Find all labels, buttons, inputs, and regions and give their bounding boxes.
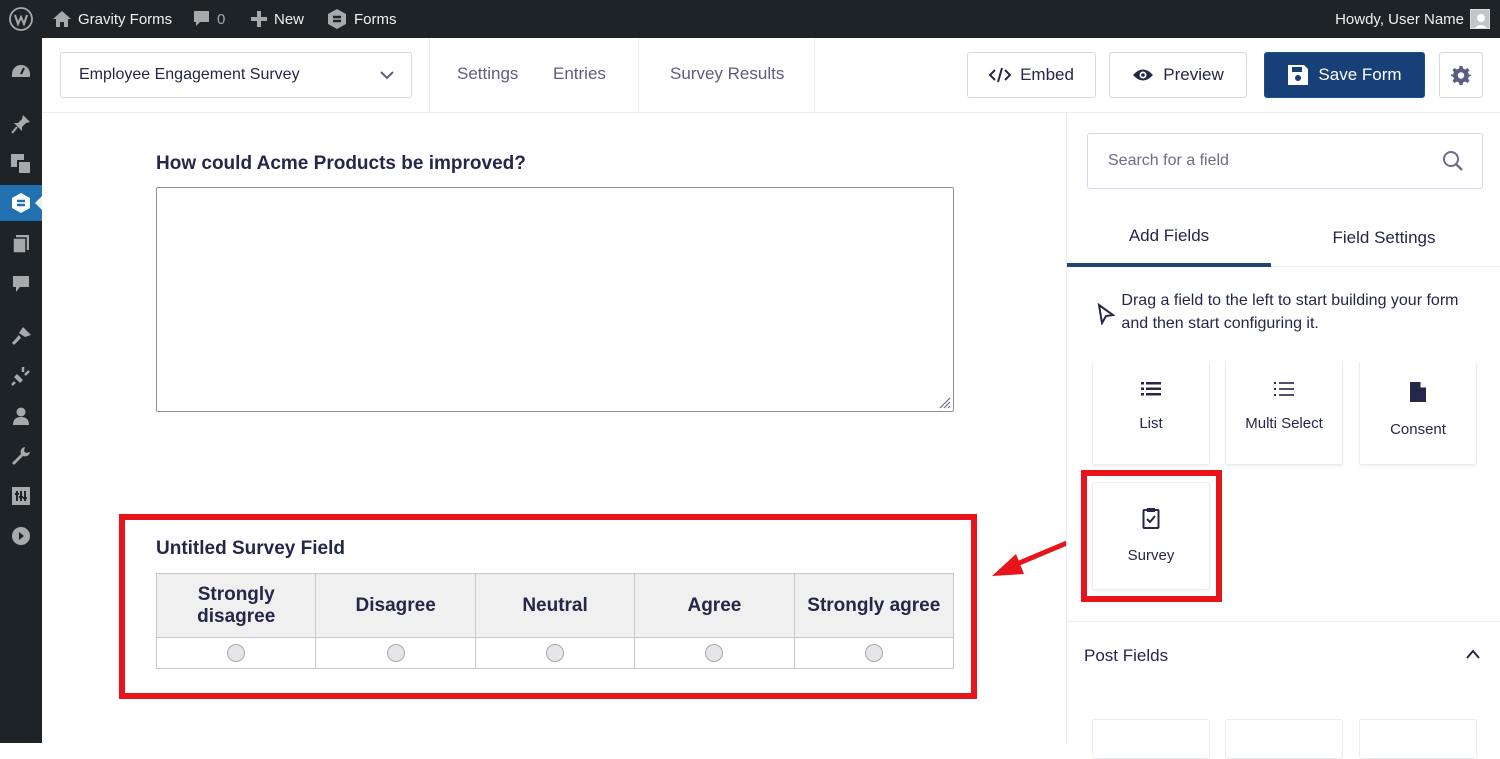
home-icon (53, 11, 71, 27)
drag-hint: Drag a field to the left to start buildi… (1097, 289, 1487, 335)
chevron-up-icon (1466, 649, 1480, 659)
forms-link[interactable]: Forms (326, 0, 397, 38)
likert-radio[interactable] (864, 643, 883, 662)
new-label: New (274, 10, 305, 28)
comment-icon (194, 11, 209, 26)
site-name-link[interactable]: Gravity Forms (52, 0, 172, 38)
field-button-label: Multi Select (1245, 415, 1323, 432)
tab-add-fields[interactable]: Add Fields (1067, 209, 1271, 267)
settings-icon[interactable] (0, 478, 42, 514)
pin-icon[interactable] (0, 106, 42, 142)
howdy-text: Howdy, User Name (1335, 10, 1464, 28)
survey-field-label: Untitled Survey Field (156, 538, 345, 559)
likert-radio[interactable] (705, 643, 724, 662)
embed-label: Embed (1020, 65, 1074, 84)
paragraph-field-label: How could Acme Products be improved? (156, 153, 526, 174)
list-icon (1141, 382, 1161, 396)
hint-text: Drag a field to the left to start buildi… (1121, 292, 1459, 332)
form-switcher[interactable]: Employee Engagement Survey (60, 52, 412, 98)
divider (814, 38, 815, 113)
form-name: Employee Engagement Survey (79, 66, 300, 83)
form-settings-gear-button[interactable] (1439, 52, 1483, 98)
field-button-stub[interactable] (1092, 719, 1210, 759)
code-icon (989, 67, 1012, 83)
sidebar-tabs: Add Fields Field Settings (1067, 209, 1500, 267)
wordpress-logo-icon[interactable] (9, 0, 33, 38)
save-icon (1288, 65, 1309, 85)
survey-results-link[interactable]: Survey Results (670, 64, 784, 84)
field-search (1087, 133, 1483, 189)
field-button-label: List (1139, 415, 1163, 432)
plus-icon (251, 11, 267, 27)
likert-column-header: Strongly agree (793, 573, 955, 638)
eye-icon (1133, 69, 1154, 81)
post-fields-section-header[interactable]: Post Fields (1067, 621, 1500, 685)
gravity-forms-icon (328, 9, 346, 29)
preview-button[interactable]: Preview (1109, 52, 1247, 98)
appearance-icon[interactable] (0, 318, 42, 354)
preview-label: Preview (1163, 65, 1224, 84)
tab-field-settings[interactable]: Field Settings (1279, 209, 1489, 267)
divider (638, 38, 639, 113)
annotation-arrow (992, 537, 1075, 576)
plugins-icon[interactable] (0, 358, 42, 394)
comments-link[interactable]: 0 (192, 0, 225, 38)
form-editor-toolbar: Employee Engagement Survey Settings Entr… (42, 38, 1500, 113)
post-fields-label: Post Fields (1084, 646, 1169, 665)
multi-select-icon (1274, 382, 1294, 396)
comments-menu-icon[interactable] (0, 266, 42, 302)
new-content-link[interactable]: New (250, 0, 304, 38)
embed-button[interactable]: Embed (967, 52, 1096, 98)
save-label: Save Form (1318, 65, 1402, 84)
gravity-forms-menu-icon[interactable] (0, 185, 42, 221)
clipboard-check-icon (1142, 508, 1160, 529)
document-icon (1410, 382, 1426, 402)
save-form-button[interactable]: Save Form (1264, 52, 1425, 98)
gear-icon (1451, 66, 1471, 85)
likert-table: Strongly disagree Disagree Neutral Agree… (155, 573, 955, 669)
field-button-label: Survey (1127, 547, 1175, 564)
field-sidebar: Add Fields Field Settings Drag a field t… (1066, 113, 1500, 759)
likert-column-header: Neutral (474, 573, 636, 638)
likert-radio[interactable] (386, 643, 405, 662)
entries-link[interactable]: Entries (553, 64, 606, 84)
multi-select-field-button[interactable]: Multi Select (1225, 361, 1343, 465)
likert-column-header: Agree (634, 573, 795, 638)
field-button-stub[interactable] (1359, 719, 1477, 759)
avatar (1470, 9, 1490, 29)
pages-icon[interactable] (0, 226, 42, 262)
likert-column-header: Strongly disagree (155, 573, 317, 638)
users-icon[interactable] (0, 398, 42, 434)
collapse-menu-icon[interactable] (0, 518, 42, 554)
comments-count: 0 (217, 10, 226, 28)
media-icon[interactable] (0, 146, 42, 182)
search-icon (1443, 151, 1463, 171)
site-name: Gravity Forms (78, 10, 173, 28)
settings-link[interactable]: Settings (457, 64, 518, 84)
resize-grip-icon (939, 397, 951, 409)
form-canvas: How could Acme Products be improved? Unt… (42, 113, 1066, 743)
paragraph-textarea[interactable] (156, 187, 954, 412)
field-button-stub[interactable] (1225, 719, 1343, 759)
admin-bar: Gravity Forms 0 New Forms Howdy, User Na… (0, 0, 1500, 38)
cursor-icon (1097, 302, 1116, 326)
divider (429, 38, 430, 113)
chevron-down-icon (380, 71, 394, 80)
admin-menu (0, 38, 42, 743)
likert-column-header: Disagree (315, 573, 476, 638)
field-button-label: Consent (1390, 421, 1446, 438)
consent-field-button[interactable]: Consent (1359, 361, 1477, 465)
list-field-button[interactable]: List (1092, 361, 1210, 465)
search-input[interactable] (1108, 152, 1408, 170)
forms-label: Forms (354, 10, 397, 28)
survey-field-button[interactable]: Survey (1092, 482, 1210, 590)
likert-radio[interactable] (227, 643, 246, 662)
tools-icon[interactable] (0, 438, 42, 474)
my-account-link[interactable]: Howdy, User Name (1335, 0, 1490, 38)
likert-radio[interactable] (546, 643, 565, 662)
dashboard-icon[interactable] (0, 54, 42, 90)
